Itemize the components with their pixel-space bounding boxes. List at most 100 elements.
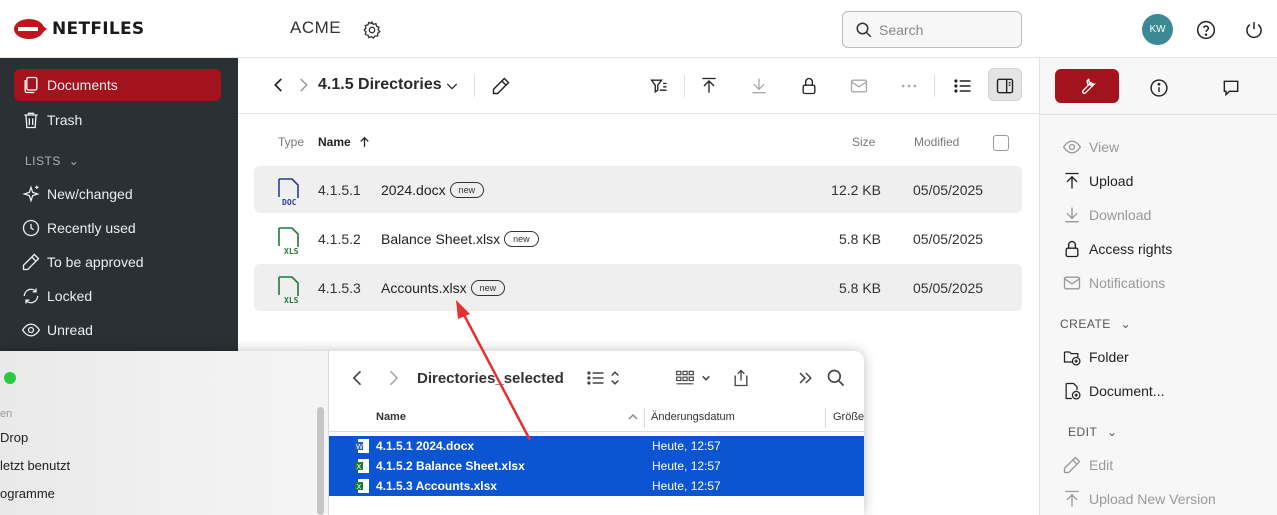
sort-asc-icon[interactable] xyxy=(358,135,371,149)
forward-icon[interactable] xyxy=(383,368,403,388)
sidebar-item-locked[interactable]: Locked xyxy=(14,280,221,312)
svg-text:W: W xyxy=(356,443,363,451)
comment-icon[interactable] xyxy=(1221,78,1241,98)
finder-sidebar: en Drop letzt benutzt ogramme xyxy=(0,351,329,515)
table-row[interactable]: XLS 4.1.5.3 Accounts.xlsx new 5.8 KB 05/0… xyxy=(254,264,1022,311)
lists-label: LISTS xyxy=(25,154,61,168)
finder-col-date[interactable]: Änderungsdatum xyxy=(651,411,735,423)
updown-chevron-icon[interactable] xyxy=(608,368,622,388)
side-panel-icon xyxy=(996,78,1014,94)
finder-file-date: Heute, 12:57 xyxy=(652,479,721,493)
info-icon[interactable] xyxy=(1149,78,1169,98)
company-name[interactable]: ACME xyxy=(290,18,341,38)
avatar[interactable]: KW xyxy=(1142,14,1173,45)
list-view-icon[interactable] xyxy=(953,76,973,96)
gear-icon[interactable] xyxy=(362,20,382,40)
wrench-icon xyxy=(1082,78,1097,94)
mail-icon[interactable] xyxy=(849,76,869,96)
create-document[interactable]: Document... xyxy=(1062,380,1164,402)
upload-icon xyxy=(1065,172,1079,189)
more-icon[interactable] xyxy=(899,76,919,96)
netfiles-logo[interactable]: NETFILES xyxy=(14,17,144,41)
sidebar-item-new-changed[interactable]: New/changed xyxy=(14,178,221,210)
upload-icon[interactable] xyxy=(699,76,719,96)
create-folder[interactable]: Folder xyxy=(1062,346,1129,368)
action-notifications[interactable]: Notifications xyxy=(1062,272,1165,294)
brand-name: NETFILES xyxy=(52,19,145,39)
select-all-checkbox[interactable] xyxy=(993,135,1009,151)
finder-col-name[interactable]: Name xyxy=(376,411,406,423)
help-icon[interactable] xyxy=(1196,20,1216,40)
file-number: 4.1.5.2 xyxy=(318,231,361,247)
finder-column-header xyxy=(329,404,864,432)
col-modified[interactable]: Modified xyxy=(914,135,959,149)
scrollbar[interactable] xyxy=(317,407,324,515)
action-access-rights[interactable]: Access rights xyxy=(1062,238,1172,260)
list-view-icon[interactable] xyxy=(586,368,606,388)
create-label-item: Folder xyxy=(1089,349,1129,365)
chevron-down-icon: ⌄ xyxy=(1120,317,1132,331)
sidebar-item-label: Unread xyxy=(47,322,93,338)
create-section-header[interactable]: CREATE ⌄ xyxy=(1060,317,1131,331)
lists-section-header[interactable]: LISTS ⌄ xyxy=(25,154,79,168)
lock-icon xyxy=(1065,240,1079,258)
svg-text:XLS: XLS xyxy=(284,247,299,255)
sidebar-item-unread[interactable]: Unread xyxy=(14,314,221,346)
sort-chevron-up-icon[interactable] xyxy=(627,412,639,422)
finder-sidebar-item[interactable]: ogramme xyxy=(0,486,55,501)
action-download[interactable]: Download xyxy=(1062,204,1151,226)
file-name[interactable]: Accounts.xlsx new xyxy=(381,280,506,296)
window-zoom-button[interactable] xyxy=(4,372,16,384)
filter-icon[interactable] xyxy=(649,76,669,96)
action-upload[interactable]: Upload xyxy=(1062,170,1133,192)
finder-file-date: Heute, 12:57 xyxy=(652,439,721,453)
refresh-icon xyxy=(23,288,39,304)
action-label: Access rights xyxy=(1089,241,1173,257)
svg-text:X: X xyxy=(357,463,362,471)
file-name[interactable]: 2024.docx new xyxy=(381,182,485,198)
rename-pencil-icon[interactable] xyxy=(491,76,511,96)
sparkle-icon xyxy=(22,185,40,203)
download-icon[interactable] xyxy=(749,76,769,96)
forward-icon[interactable] xyxy=(294,76,312,94)
action-label: Upload xyxy=(1089,173,1134,189)
finder-row[interactable]: W 4.1.5.1 2024.docx Heute, 12:57 xyxy=(329,436,864,456)
power-icon[interactable] xyxy=(1244,20,1264,40)
finder-row[interactable]: X 4.1.5.2 Balance Sheet.xlsx Heute, 12:5… xyxy=(329,456,864,476)
chevron-down-icon[interactable] xyxy=(444,78,460,94)
file-size: 12.2 KB xyxy=(831,182,881,198)
chevron-down-icon[interactable] xyxy=(700,368,712,388)
search-input[interactable] xyxy=(879,21,1009,38)
sidebar-item-to-be-approved[interactable]: To be approved xyxy=(14,246,221,278)
action-view[interactable]: View xyxy=(1062,136,1119,158)
group-grid-icon[interactable] xyxy=(675,368,695,388)
share-icon[interactable] xyxy=(731,368,751,388)
chevron-down-icon: ⌄ xyxy=(68,154,80,168)
table-row[interactable]: XLS 4.1.5.2 Balance Sheet.xlsx new 5.8 KB… xyxy=(254,215,1022,262)
xls-file-icon: XLS xyxy=(278,227,299,255)
edit-section-header[interactable]: EDIT ⌄ xyxy=(1068,425,1118,439)
sidebar-item-documents[interactable]: Documents xyxy=(14,69,221,101)
sidebar-item-recently-used[interactable]: Recently used xyxy=(14,212,221,244)
col-size[interactable]: Size xyxy=(852,135,875,149)
file-name[interactable]: Balance Sheet.xlsx new xyxy=(381,231,539,247)
back-icon[interactable] xyxy=(348,368,368,388)
table-row[interactable]: DOC 4.1.5.1 2024.docx new 12.2 KB 05/05/2… xyxy=(254,166,1022,213)
lock-icon[interactable] xyxy=(799,76,819,96)
back-icon[interactable] xyxy=(270,76,288,94)
file-modified: 05/05/2025 xyxy=(913,231,984,247)
col-name[interactable]: Name xyxy=(318,135,351,149)
more-chevrons-icon[interactable] xyxy=(795,368,815,388)
search-box[interactable] xyxy=(842,11,1022,48)
finder-row[interactable]: X 4.1.5.3 Accounts.xlsx Heute, 12:57 xyxy=(329,476,864,496)
finder-sidebar-item[interactable]: letzt benutzt xyxy=(0,458,70,473)
file-name-text: 2024.docx xyxy=(381,182,446,198)
folder-title[interactable]: 4.1.5 Directories xyxy=(318,76,442,94)
sidebar-item-label: Recently used xyxy=(47,220,136,236)
sidebar-item-trash[interactable]: Trash xyxy=(14,104,221,136)
action-upload-new-version[interactable]: Upload New Version xyxy=(1062,488,1216,510)
search-icon[interactable] xyxy=(826,368,846,388)
finder-col-size[interactable]: Größe xyxy=(833,411,864,423)
action-edit[interactable]: Edit xyxy=(1062,454,1113,476)
finder-sidebar-item[interactable]: Drop xyxy=(0,430,28,445)
